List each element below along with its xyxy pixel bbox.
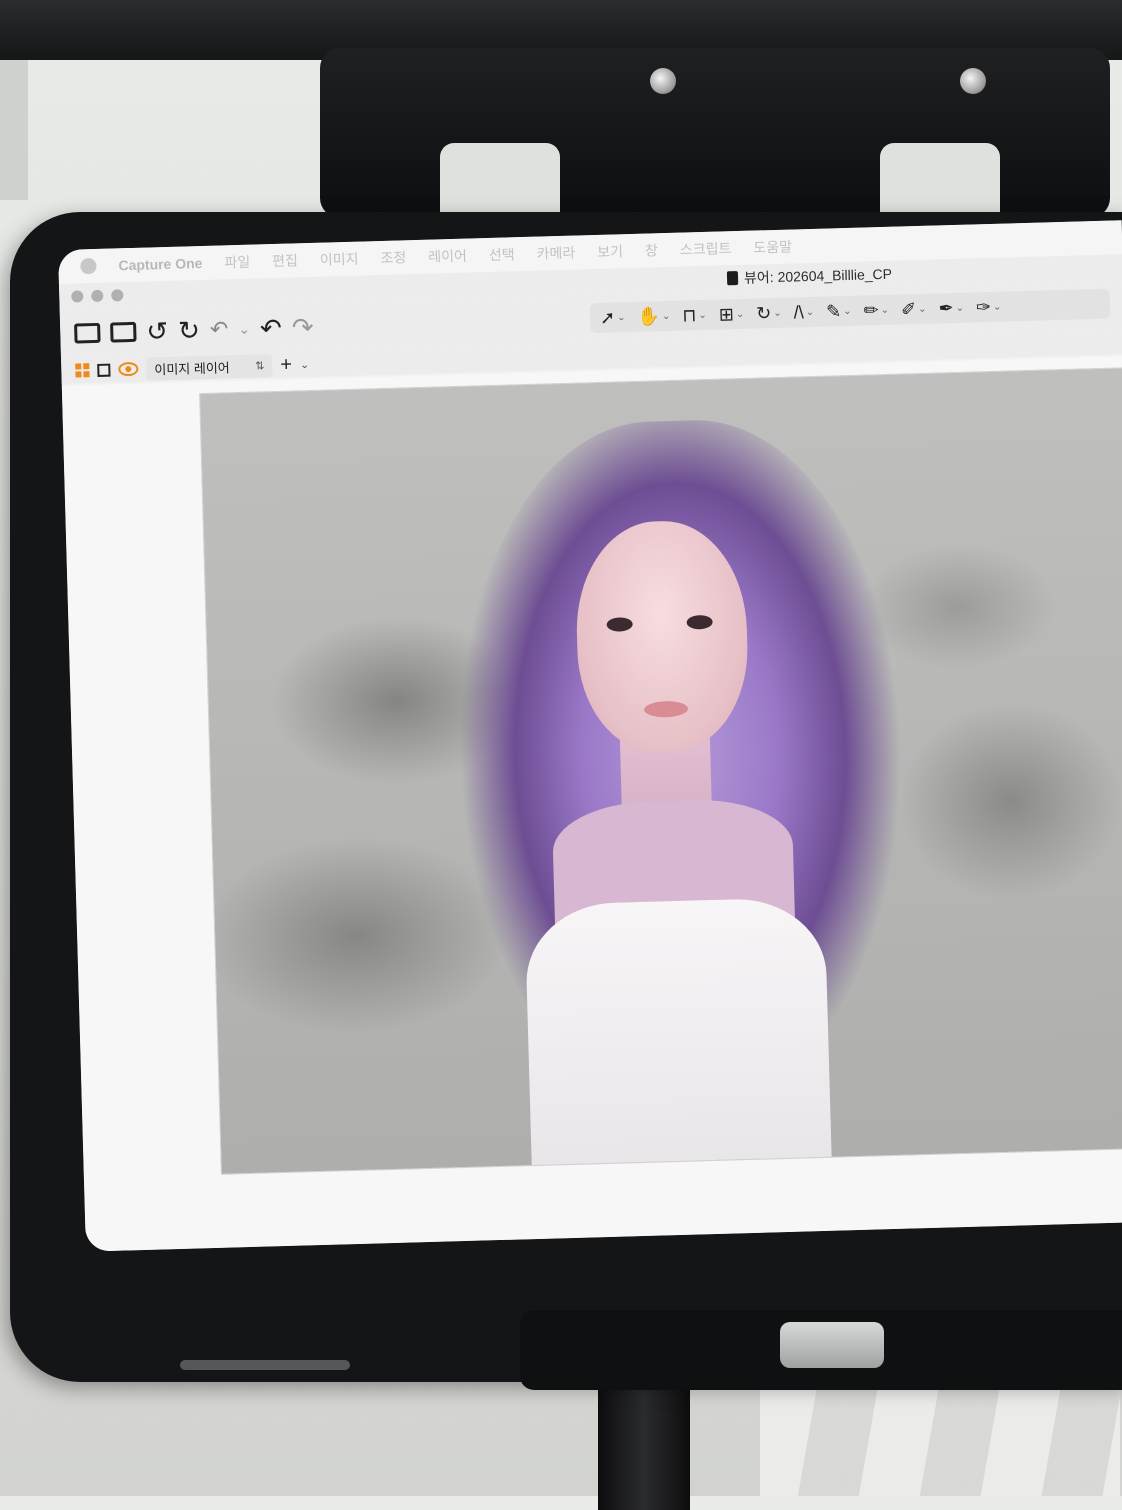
portrait-photo[interactable] [200,367,1122,1174]
rotate-left-icon[interactable]: ↺ [146,316,169,347]
menu-view[interactable]: 보기 [597,241,623,262]
menu-script[interactable]: 스크립트 [680,238,732,259]
tablet-screen: Capture One 파일 편집 이미지 조정 레이어 선택 카메라 보기 창… [58,220,1122,1252]
screw [650,68,676,94]
mount-knob [780,1322,884,1368]
minimize-window-button[interactable] [91,289,104,303]
brush-icon[interactable]: ✏ ⌄ [863,299,889,321]
apple-icon[interactable] [80,257,97,275]
updown-icon: ⇅ [254,359,265,373]
pan-icon[interactable]: ✋ ⌄ [637,305,670,327]
menu-app-name[interactable]: Capture One [118,255,202,273]
undo-history-icon[interactable]: ↶ [210,316,229,343]
close-window-button[interactable] [71,290,84,303]
picker-icon[interactable]: ✎ ⌄ [826,300,852,322]
keystone-icon[interactable]: /\ ⌄ [793,301,814,323]
menu-window[interactable]: 창 [645,240,658,260]
zoom-window-button[interactable] [111,289,124,302]
toolbar-left: ↺ ↻ ↶ ⌄ ↶ ↷ [74,312,314,347]
cursor-icon[interactable]: ➚ ⌄ [600,307,626,329]
document-icon [726,271,739,286]
menu-image[interactable]: 이미지 [320,249,359,270]
redo-icon[interactable]: ↷ [291,312,314,343]
screw [960,68,986,94]
import-icon[interactable] [74,322,101,344]
grid-view-icon[interactable] [75,363,90,378]
cursor-tools: ➚ ⌄ ✋ ⌄ ⊓ ⌄ ⊞ ⌄ ↻ ⌄ /\ ⌄ ✎ ⌄ ✏ ⌄ ✐ ⌄ ✒ ⌄ ✑ ⌄ [589,288,1111,334]
white-dress [524,896,832,1166]
eye-icon[interactable] [118,361,139,377]
rotate-right-icon[interactable]: ↻ [178,315,201,346]
menu-camera[interactable]: 카메라 [536,243,575,264]
add-layer-button[interactable]: + [280,353,292,376]
tablet-clamp [320,48,1110,233]
chevron-down-icon[interactable]: ⌄ [238,316,250,342]
annotation-icon[interactable]: ✑ ⌄ [976,296,1002,318]
layer-select[interactable]: 이미지 레이어 ⇅ [146,353,273,381]
export-icon[interactable] [110,321,137,343]
layer-select-value: 이미지 레이어 [154,359,230,377]
chevron-down-icon[interactable]: ⌄ [300,358,310,371]
crop-icon[interactable]: ⊞ ⌄ [719,303,745,325]
menu-adjust[interactable]: 조정 [380,247,406,268]
gradient-icon[interactable]: ✒ ⌄ [938,297,964,319]
menu-file[interactable]: 파일 [224,252,250,273]
menu-edit[interactable]: 편집 [272,250,298,271]
menu-help[interactable]: 도움말 [753,237,792,258]
menu-select[interactable]: 선택 [489,244,515,265]
window-title-text: 뷰어: 202604_Billlie_CP [743,265,893,286]
window-title: 뷰어: 202604_Billlie_CP [726,264,893,289]
background-wall [0,60,28,200]
window-controls [71,289,124,303]
eraser-icon[interactable]: ✐ ⌄ [901,298,927,320]
image-viewer[interactable] [61,356,1122,1252]
photo-frame [200,367,1122,1174]
rotate-free-icon[interactable]: ↻ ⌄ [756,302,782,324]
single-view-icon[interactable] [97,363,111,377]
menu-layer[interactable]: 레이어 [428,246,467,267]
undo-icon[interactable]: ↶ [260,313,283,344]
loupe-icon[interactable]: ⊓ ⌄ [682,304,707,326]
tablet-edge [180,1360,350,1370]
